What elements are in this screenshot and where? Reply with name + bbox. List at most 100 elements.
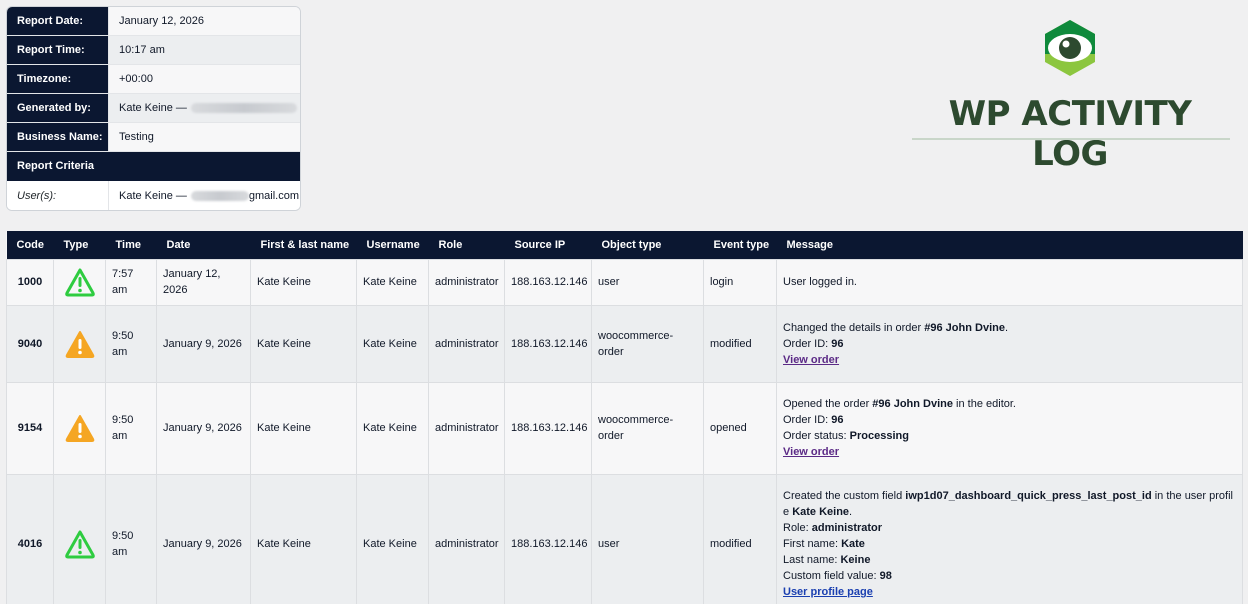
cell-role: administrator — [428, 304, 505, 383]
table-row: 9154 9:50 am January 9, 2026 Kate Keine … — [6, 381, 1243, 475]
cell-type — [53, 304, 106, 383]
first-name-label: First name: — [783, 538, 842, 550]
cell-code: 4016 — [6, 473, 54, 604]
order-name: #96 John Dvine — [924, 321, 1005, 334]
cell-code: 1000 — [6, 258, 54, 306]
meta-value: Testing — [108, 123, 300, 151]
cell-message: Opened the order #96 John Dvine in the e… — [776, 381, 1243, 475]
table-header-row: Code Type Time Date First & last name Us… — [6, 231, 1243, 259]
cell-name: Kate Keine — [250, 473, 357, 604]
cell-username: Kate Keine — [356, 304, 429, 383]
order-id-value: 96 — [831, 337, 844, 350]
meta-value: 10:17 am — [108, 36, 300, 64]
column-header-time: Time — [105, 231, 157, 259]
warning-triangle-icon — [64, 268, 95, 297]
cell-time: 9:50 am — [105, 381, 157, 475]
meta-value: +00:00 — [108, 65, 300, 93]
view-order-link[interactable]: View order — [783, 354, 839, 366]
table-row: 9040 9:50 am January 9, 2026 Kate Keine … — [6, 304, 1243, 383]
generated-by-name: Kate Keine — — [119, 102, 187, 114]
last-name-value: Keine — [840, 554, 871, 566]
message-line: First name: Kate — [783, 536, 1236, 552]
cell-role: administrator — [428, 381, 505, 475]
message-line: Last name: Keine — [783, 552, 1236, 568]
view-order-link[interactable]: View order — [783, 446, 839, 458]
cell-event-type: modified — [703, 473, 777, 604]
column-header-object-type: Object type — [591, 231, 704, 259]
message-line: View order — [783, 352, 1236, 368]
cell-date: January 9, 2026 — [156, 473, 251, 604]
cell-name: Kate Keine — [250, 258, 357, 306]
message-text: Changed the details in order — [783, 321, 925, 334]
column-header-type: Type — [53, 231, 106, 259]
message-line: Role: administrator — [783, 520, 1236, 536]
order-status-value: Processing — [849, 430, 909, 442]
message-text: Opened the order — [783, 398, 873, 410]
meta-row-generated-by: Generated by: Kate Keine — — [7, 94, 300, 123]
meta-label: Report Date: — [7, 7, 108, 35]
message-line: Custom field value: 98 — [783, 568, 1236, 584]
custom-field-value-label: Custom field value: — [783, 570, 880, 582]
meta-row-report-date: Report Date: January 12, 2026 — [7, 7, 300, 36]
profile-name: Kate Keine — [792, 506, 850, 518]
message-text: . — [849, 506, 853, 518]
redacted-email — [190, 103, 297, 113]
activity-log-table: Code Type Time Date First & last name Us… — [6, 231, 1243, 604]
cell-username: Kate Keine — [356, 381, 429, 475]
cell-message: Changed the details in order #96 John Dv… — [776, 304, 1243, 383]
column-header-username: Username — [356, 231, 429, 259]
message-line: Changed the details in order #96 John Dv… — [783, 320, 1236, 336]
meta-label: Report Time: — [7, 36, 108, 64]
warning-triangle-icon — [64, 530, 95, 559]
cell-date: January 9, 2026 — [156, 304, 251, 383]
cell-event-type: login — [703, 258, 777, 306]
cell-time: 9:50 am — [105, 304, 157, 383]
cell-message: Created the custom field iwp1d07_dashboa… — [776, 473, 1243, 604]
cell-object-type: woocommerce-order — [591, 381, 704, 475]
meta-label: User(s): — [7, 181, 108, 210]
cell-code: 9154 — [6, 381, 54, 475]
cell-event-type: opened — [703, 381, 777, 475]
cell-role: administrator — [428, 473, 505, 604]
cell-username: Kate Keine — [356, 473, 429, 604]
logo-text: WP ACTIVITY LOG — [948, 94, 1192, 174]
message-text: in the editor. — [953, 398, 1016, 410]
first-name-value: Kate — [841, 538, 865, 550]
cell-type — [53, 381, 106, 475]
order-id-value: 96 — [831, 414, 844, 426]
message-line: Opened the order #96 John Dvine in the e… — [783, 396, 1236, 412]
order-status-label: Order status: — [783, 430, 850, 442]
user-profile-page-link[interactable]: User profile page — [783, 586, 873, 598]
cell-date: January 12, 2026 — [156, 258, 251, 306]
meta-row-timezone: Timezone: +00:00 — [7, 65, 300, 94]
cell-name: Kate Keine — [250, 381, 357, 475]
message-text: Created the custom field — [783, 490, 906, 502]
meta-row-users: User(s): Kate Keine — gmail.com — [7, 181, 300, 210]
warning-triangle-icon — [65, 330, 94, 358]
message-line: User profile page — [783, 584, 1236, 600]
message-line: Order ID: 96 — [783, 336, 1236, 352]
column-header-message: Message — [776, 231, 1243, 259]
meta-value: Kate Keine — gmail.com — [108, 181, 300, 210]
report-meta-box: Report Date: January 12, 2026 Report Tim… — [6, 6, 301, 211]
message-text: User logged in. — [783, 276, 857, 288]
meta-value: January 12, 2026 — [108, 7, 300, 35]
cell-event-type: modified — [703, 304, 777, 383]
cell-code: 9040 — [6, 304, 54, 383]
criteria-user-email-domain: gmail.com — [248, 189, 299, 202]
cell-source-ip: 188.163.12.146 — [504, 304, 592, 383]
cell-type — [53, 473, 106, 604]
cell-date: January 9, 2026 — [156, 381, 251, 475]
redacted-email — [190, 190, 249, 201]
cell-type — [53, 258, 106, 306]
role-value: administrator — [811, 522, 883, 534]
cell-role: administrator — [428, 258, 505, 306]
role-label: Role: — [783, 522, 812, 534]
column-header-code: Code — [6, 231, 54, 259]
custom-field-value: 98 — [879, 570, 892, 582]
cell-object-type: user — [591, 258, 704, 306]
warning-triangle-icon — [65, 415, 94, 442]
message-line: Created the custom field iwp1d07_dashboa… — [783, 488, 1236, 520]
criteria-user-name: Kate Keine — — [119, 189, 187, 202]
meta-row-report-time: Report Time: 10:17 am — [7, 36, 300, 65]
